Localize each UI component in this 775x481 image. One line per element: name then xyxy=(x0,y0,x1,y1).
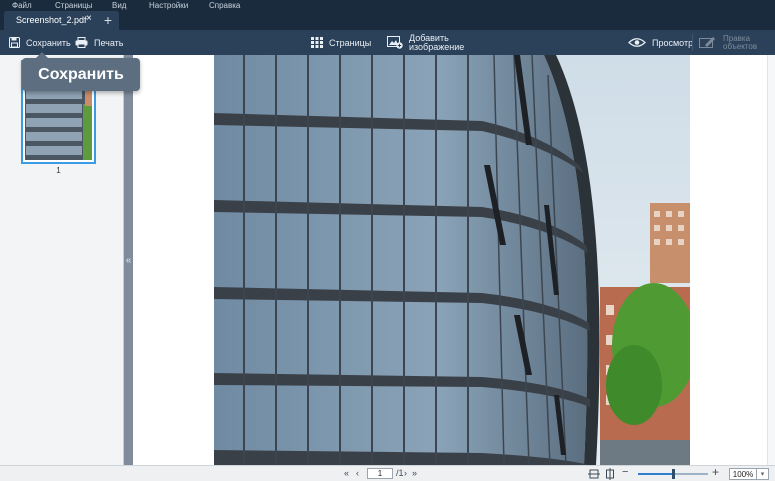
save-label: Сохранить xyxy=(26,37,71,48)
zoom-value[interactable]: 100% xyxy=(729,468,757,480)
add-image-label-line2: изображение xyxy=(409,41,465,52)
close-tab-icon[interactable]: × xyxy=(86,13,92,24)
toolbar-separator xyxy=(692,34,693,51)
edit-objects-label: Правка объектов xyxy=(723,34,758,51)
zoom-slider-handle[interactable] xyxy=(672,469,675,479)
eye-icon xyxy=(628,38,646,47)
pages-label: Страницы xyxy=(329,37,372,48)
page-building-photo xyxy=(214,55,690,465)
add-image-icon xyxy=(387,36,403,49)
page-number-input[interactable]: 1 xyxy=(367,468,393,479)
new-tab-button[interactable]: + xyxy=(100,11,116,30)
add-image-label: Добавить изображение xyxy=(409,33,465,52)
first-page-button[interactable]: « xyxy=(344,468,349,478)
page-thumbnails-panel: 1 xyxy=(0,55,124,465)
tab-strip: Screenshot_2.pdf × xyxy=(0,11,775,30)
pages-button[interactable]: Страницы xyxy=(311,30,371,55)
menu-settings[interactable]: Настройки xyxy=(149,1,188,10)
printer-icon xyxy=(75,37,88,48)
save-tooltip: Сохранить xyxy=(22,52,140,91)
collapse-sidebar-icon: « xyxy=(125,255,132,266)
zoom-out-button[interactable]: − xyxy=(622,466,628,478)
document-view[interactable] xyxy=(133,55,775,465)
zoom-dropdown-icon[interactable]: ▾ xyxy=(757,468,769,480)
total-pages: /1 xyxy=(396,468,404,478)
zoom-slider-fill xyxy=(638,473,673,475)
print-label: Печать xyxy=(94,37,124,48)
add-image-button[interactable]: Добавить изображение xyxy=(387,30,464,55)
preview-button[interactable]: Просмотр xyxy=(628,30,693,55)
thumbnail-page-number: 1 xyxy=(56,166,61,175)
tab-title: Screenshot_2.pdf xyxy=(16,15,87,25)
fit-width-icon[interactable] xyxy=(588,469,600,479)
menu-bar: Файл Страницы Вид Настройки Справка xyxy=(0,0,775,11)
pdf-page xyxy=(214,55,690,465)
save-icon xyxy=(9,37,20,48)
menu-pages[interactable]: Страницы xyxy=(55,1,93,10)
vertical-scrollbar[interactable] xyxy=(767,55,775,465)
collapse-sidebar-handle[interactable]: « xyxy=(124,55,133,465)
prev-page-button[interactable]: ‹ xyxy=(356,468,359,478)
zoom-in-button[interactable]: + xyxy=(712,465,719,479)
print-button[interactable]: Печать xyxy=(75,30,123,55)
status-bar: « ‹ 1 /1 › » − + 100% ▾ xyxy=(0,465,775,481)
grid-icon xyxy=(311,37,323,48)
edit-objects-icon xyxy=(699,37,715,48)
next-page-button[interactable]: › xyxy=(404,468,407,478)
preview-label: Просмотр xyxy=(652,37,694,48)
edit-objects-button[interactable]: Правка объектов xyxy=(699,30,757,55)
menu-view[interactable]: Вид xyxy=(112,1,126,10)
last-page-button[interactable]: » xyxy=(412,468,417,478)
edit-objects-label-line2: объектов xyxy=(723,41,758,51)
menu-help[interactable]: Справка xyxy=(209,1,240,10)
fit-page-icon[interactable] xyxy=(605,468,615,480)
menu-file[interactable]: Файл xyxy=(12,1,32,10)
toolbar: Сохранить Печать Страницы Добавить изобр… xyxy=(0,30,775,55)
